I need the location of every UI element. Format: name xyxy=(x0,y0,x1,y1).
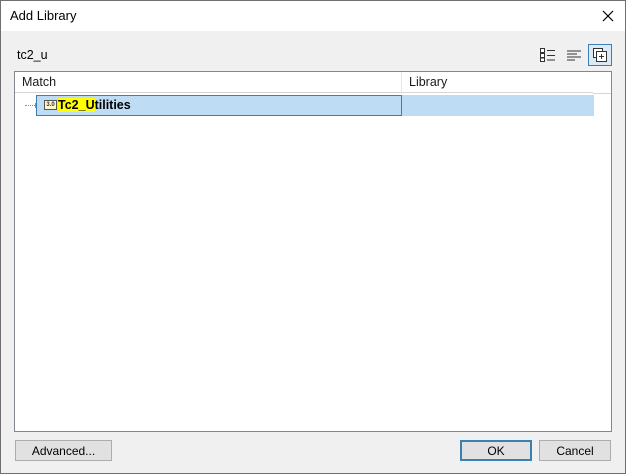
ok-button[interactable]: OK xyxy=(460,440,532,461)
column-header-library[interactable]: Library xyxy=(402,72,593,93)
close-button[interactable] xyxy=(591,1,625,31)
library-name-rest: tilities xyxy=(94,98,131,112)
close-icon xyxy=(602,10,614,22)
dialog-title: Add Library xyxy=(10,8,77,23)
library-name: Tc2_Utilities xyxy=(58,97,131,114)
search-input[interactable] xyxy=(13,45,533,65)
library-cell[interactable] xyxy=(402,95,594,116)
show-all-versions-icon xyxy=(593,48,607,62)
title-bar: Add Library xyxy=(1,1,625,31)
advanced-button[interactable]: Advanced... xyxy=(15,440,112,461)
search-highlight: Tc2_U xyxy=(58,98,95,112)
category-view-button[interactable] xyxy=(536,44,560,66)
header-spacer xyxy=(593,72,611,94)
match-cell[interactable]: 3.0 Tc2_Utilities xyxy=(36,95,402,116)
table-row[interactable]: 3.0 Tc2_Utilities xyxy=(15,95,611,117)
cancel-button[interactable]: Cancel xyxy=(539,440,611,461)
list-view-button[interactable] xyxy=(562,44,586,66)
list-view-icon xyxy=(567,50,581,61)
show-all-versions-button[interactable] xyxy=(588,44,612,66)
column-header-match[interactable]: Match xyxy=(15,72,402,93)
add-library-dialog: Add Library tc2_u Match Library 3.0 Tc2_… xyxy=(0,0,626,474)
library-icon: 3.0 xyxy=(44,100,57,110)
results-tree[interactable]: Match Library 3.0 Tc2_Utilities xyxy=(14,71,612,432)
category-view-icon xyxy=(540,48,555,62)
view-toolbar xyxy=(536,44,612,68)
